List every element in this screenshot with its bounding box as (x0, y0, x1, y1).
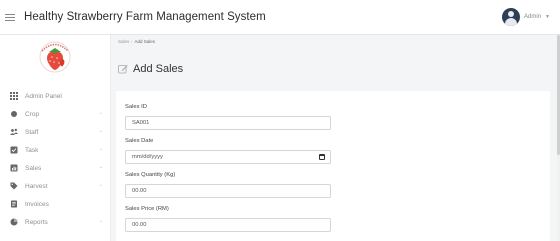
top-bar: Healthy Strawberry Farm Management Syste… (0, 0, 560, 35)
sidebar-item-reports[interactable]: Reports ⌄ (0, 213, 111, 231)
sidebar-item-task[interactable]: Task ⌄ (0, 141, 111, 159)
sidebar-item-crop[interactable]: Crop ⌄ (0, 105, 111, 123)
sales-id-input[interactable]: SA001 (125, 116, 331, 130)
circle-icon (10, 110, 18, 118)
sales-date-input[interactable]: mm/dd/yyyy (125, 150, 331, 164)
sidebar-item-admin-panel[interactable]: Admin Panel (0, 87, 111, 105)
sales-id-label: Sales ID (125, 104, 147, 110)
add-sales-form: Sales ID SA001 Sales Date mm/dd/yyyy Sal… (116, 91, 550, 241)
user-menu[interactable]: Admin ▼ (502, 8, 550, 26)
sales-price-input[interactable]: 00.00 (125, 218, 331, 232)
chevron-down-icon: ⌄ (98, 182, 103, 188)
chevron-down-icon: ⌄ (98, 218, 103, 224)
breadcrumb-separator: / (131, 39, 133, 44)
edit-icon (118, 65, 128, 74)
page-header: Add Sales (118, 63, 183, 75)
breadcrumb-current: Add Sales (134, 39, 156, 44)
sidebar-item-label: Task (25, 146, 39, 154)
sidebar-item-invoices[interactable]: Invoices (0, 195, 111, 213)
strawberry-logo (39, 41, 71, 73)
sidebar-item-label: Harvest (25, 182, 48, 190)
invoice-icon (10, 200, 18, 208)
breadcrumb: Sales / Add Sales (118, 39, 155, 44)
sidebar-item-label: Sales (25, 164, 42, 172)
sales-date-placeholder: mm/dd/yyyy (132, 154, 163, 160)
sidebar-item-sales[interactable]: Sales ⌄ (0, 159, 111, 177)
main-content: Sales / Add Sales Add Sales Sales ID SA001… (112, 35, 560, 241)
sales-price-label: Sales Price (RM) (125, 206, 169, 212)
sidebar-item-harvest[interactable]: Harvest ⌄ (0, 177, 111, 195)
sales-quantity-input[interactable]: 00.00 (125, 184, 331, 198)
hamburger-menu-icon[interactable] (5, 13, 15, 21)
user-avatar-icon[interactable] (502, 8, 521, 26)
sidebar: Admin Panel Crop ⌄ Staff ⌄ Task ⌄ Sales … (0, 35, 111, 241)
chevron-down-icon[interactable]: ▼ (545, 14, 550, 20)
sales-icon (10, 164, 18, 172)
chevron-down-icon: ⌄ (98, 164, 103, 170)
pie-icon (10, 218, 18, 226)
chevron-down-icon: ⌄ (98, 128, 103, 134)
users-icon (10, 128, 18, 136)
sales-id-value: SA001 (132, 120, 150, 126)
tag-icon (10, 182, 18, 190)
sales-quantity-label: Sales Quantity (Kg) (125, 172, 176, 178)
sales-price-value: 00.00 (132, 222, 147, 228)
grid-icon (10, 92, 18, 100)
sidebar-menu: Admin Panel Crop ⌄ Staff ⌄ Task ⌄ Sales … (0, 87, 111, 231)
sales-date-label: Sales Date (125, 138, 154, 144)
task-icon (10, 146, 18, 154)
sidebar-item-label: Crop (25, 110, 40, 118)
breadcrumb-parent-link[interactable]: Sales (118, 39, 129, 44)
sales-quantity-value: 00.00 (132, 188, 147, 194)
sidebar-item-label: Admin Panel (25, 92, 62, 100)
chevron-down-icon: ⌄ (98, 110, 103, 116)
sidebar-item-label: Reports (25, 218, 48, 226)
app-title: Healthy Strawberry Farm Management Syste… (24, 11, 266, 23)
user-name[interactable]: Admin (524, 14, 541, 20)
page-title: Add Sales (133, 63, 184, 75)
sidebar-item-label: Staff (25, 128, 39, 136)
sidebar-item-staff[interactable]: Staff ⌄ (0, 123, 111, 141)
chevron-down-icon: ⌄ (98, 146, 103, 152)
sidebar-item-label: Invoices (25, 200, 49, 208)
calendar-icon[interactable] (319, 154, 325, 160)
